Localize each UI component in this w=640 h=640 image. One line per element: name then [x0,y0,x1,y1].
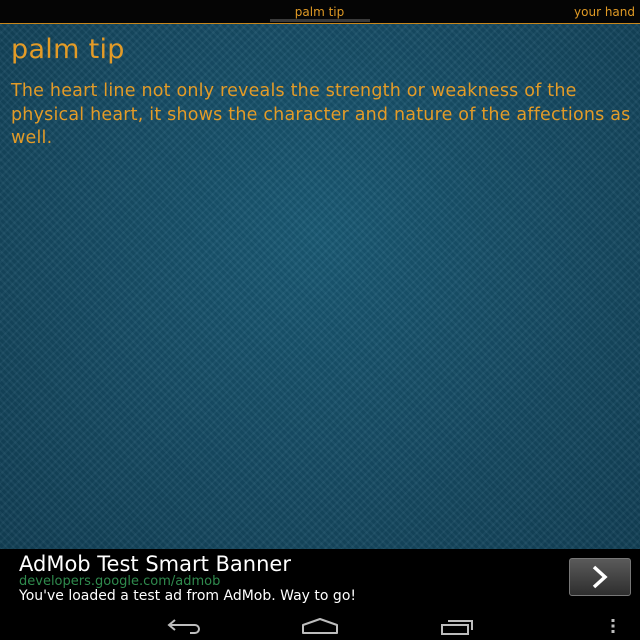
ad-url[interactable]: developers.google.com/admob [19,574,220,589]
tab-your-hand[interactable]: your hand [574,0,635,23]
overflow-menu-icon [611,618,614,633]
tip-text: The heart line not only reveals the stre… [11,81,631,148]
tab-strip: palm tip your hand [0,0,640,24]
page-title: palm tip [11,34,125,65]
overflow-menu-button[interactable] [600,611,625,640]
content-panel: palm tip The heart line not only reveals… [0,24,640,549]
app-screen: palm tip your hand palm tip The heart li… [0,0,640,640]
home-button[interactable] [295,611,345,640]
tab-indicator [270,19,370,22]
chevron-right-icon [592,565,608,589]
ad-title[interactable]: AdMob Test Smart Banner [19,552,291,576]
back-icon [167,618,200,634]
system-nav-bar [0,611,640,640]
ad-banner[interactable]: AdMob Test Smart Banner developers.googl… [0,549,640,611]
ad-message[interactable]: You've loaded a test ad from AdMob. Way … [19,588,356,604]
recent-apps-button[interactable] [432,611,482,640]
ad-open-button[interactable] [569,558,631,596]
recent-apps-icon [441,619,473,635]
back-button[interactable] [160,611,210,640]
home-icon [302,617,338,634]
